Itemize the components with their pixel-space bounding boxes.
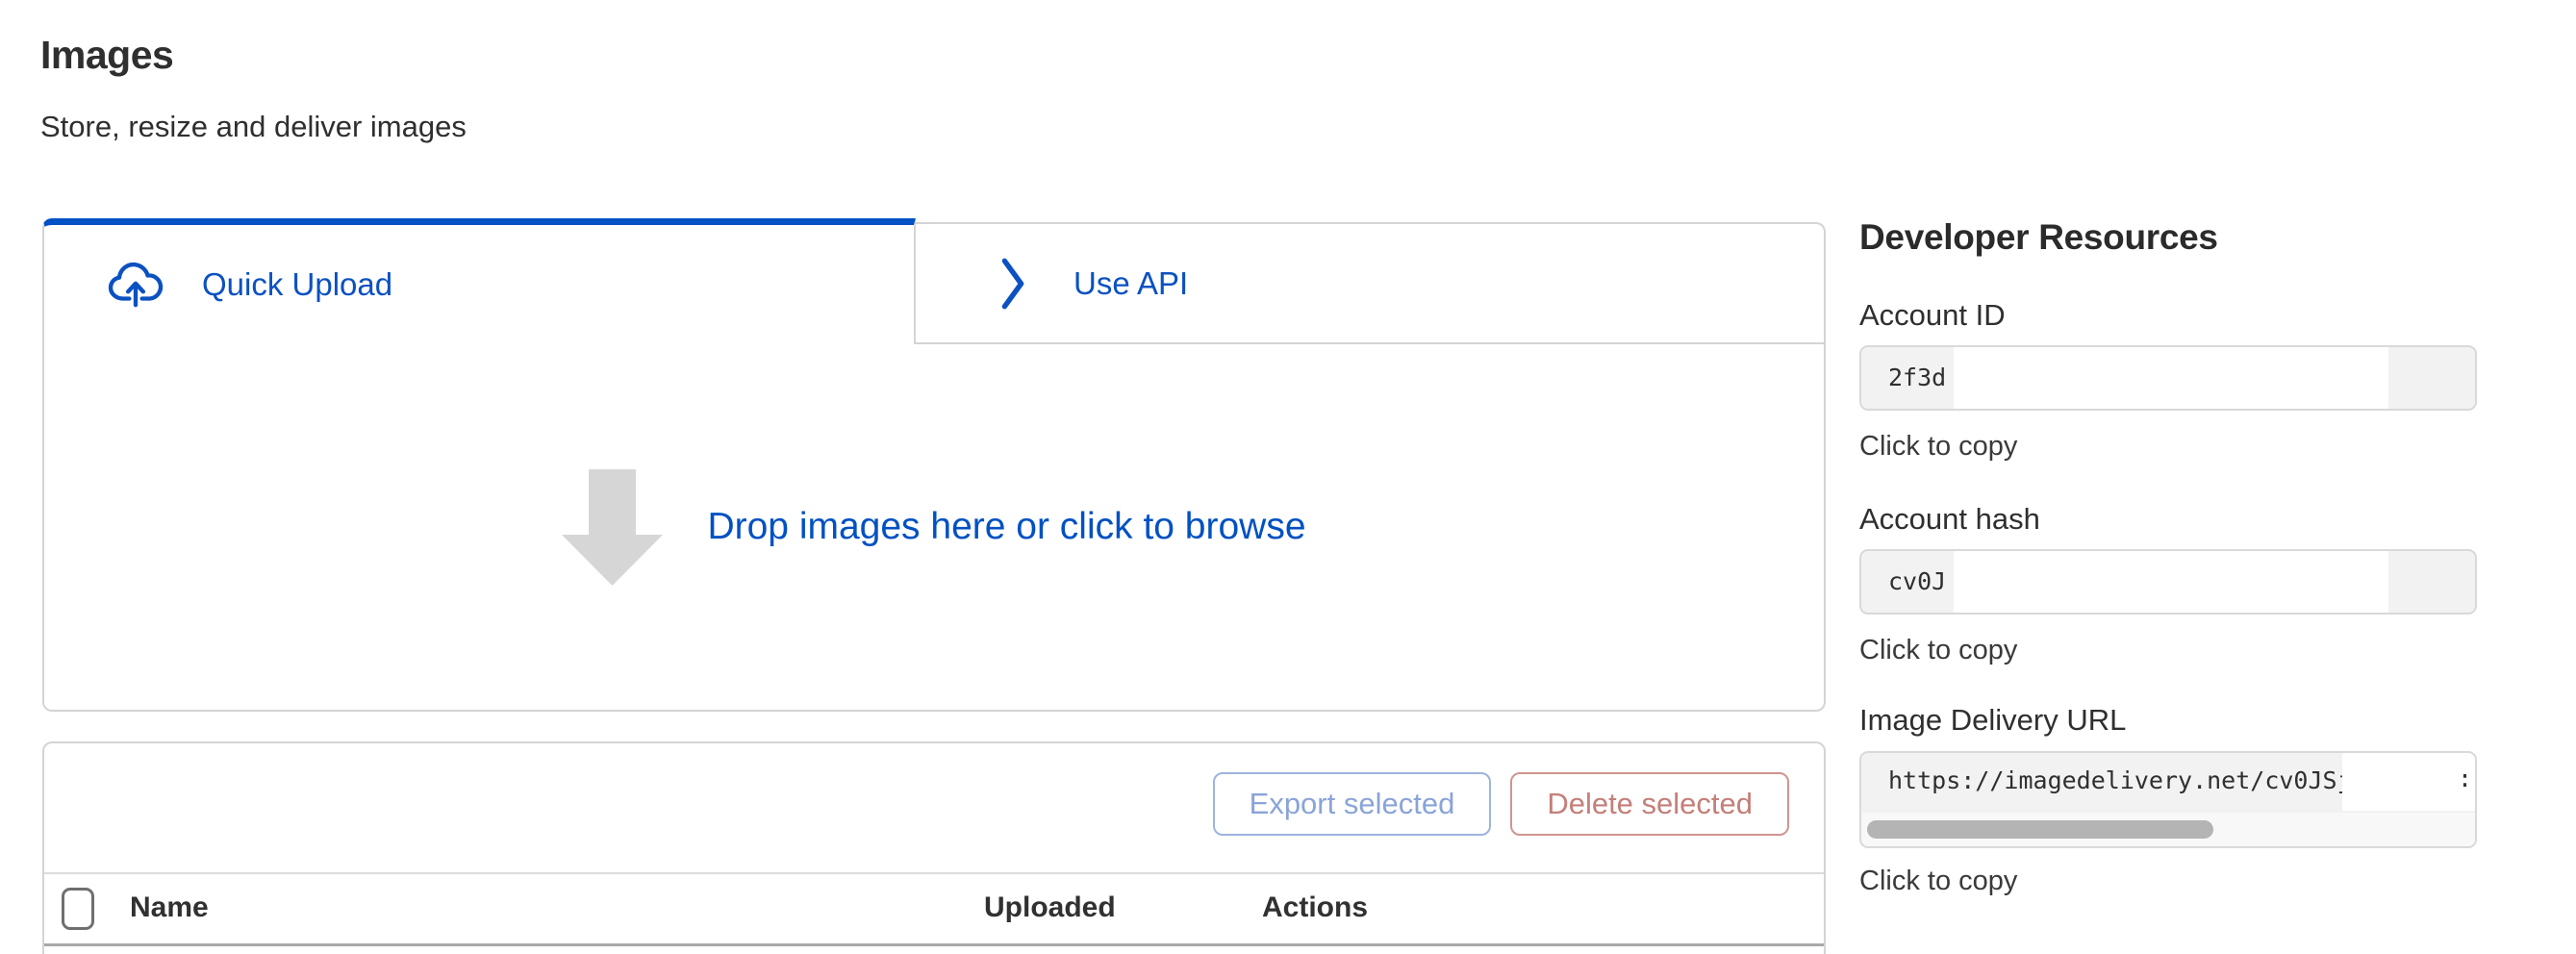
redaction-patch (1954, 347, 2388, 409)
select-all-checkbox[interactable] (62, 888, 94, 930)
down-arrow-icon (562, 469, 663, 586)
developer-resources-panel: Developer Resources Account ID 2f3d Clic… (1859, 217, 2477, 954)
page-subtitle: Store, resize and deliver images (40, 110, 467, 144)
column-header-uploaded: Uploaded (984, 891, 1116, 924)
dropzone-label: Drop images here or click to browse (707, 506, 1305, 548)
account-id-value-box[interactable]: 2f3d (1859, 345, 2477, 411)
image-delivery-url-value-box[interactable]: https://imagedelivery.net/cv0JSj : (1859, 751, 2477, 848)
redaction-patch (1954, 551, 2388, 613)
tab-quick-upload-label: Quick Upload (202, 266, 392, 303)
tab-quick-upload[interactable]: Quick Upload (42, 218, 916, 344)
cloud-upload-icon (108, 260, 164, 310)
image-delivery-url-label: Image Delivery URL (1859, 703, 2126, 738)
column-header-name: Name (130, 891, 209, 924)
upload-panel: Quick Upload Use API Drop images here or… (42, 218, 1826, 712)
table-toolbar: Export selected Delete selected (1213, 772, 1789, 836)
account-hash-value-box[interactable]: cv0J (1859, 549, 2477, 615)
redaction-patch (2342, 753, 2477, 811)
upload-tabs: Quick Upload Use API (42, 218, 1826, 344)
image-delivery-url-copy-hint: Click to copy (1859, 866, 2017, 897)
images-table-panel: Export selected Delete selected Name Upl… (42, 741, 1826, 954)
account-hash-copy-hint: Click to copy (1859, 635, 2017, 666)
dropzone[interactable]: Drop images here or click to browse (42, 344, 1826, 712)
url-horizontal-scrollbar (1861, 813, 2475, 846)
page-title: Images (40, 33, 173, 78)
column-header-actions: Actions (1262, 891, 1368, 924)
tab-use-api-label: Use API (1073, 265, 1188, 302)
table-header-row: Name Uploaded Actions (44, 874, 1824, 943)
account-id-copy-hint: Click to copy (1859, 431, 2017, 463)
account-id-label: Account ID (1859, 298, 2006, 333)
account-hash-label: Account hash (1859, 502, 2040, 537)
developer-resources-title: Developer Resources (1859, 217, 2477, 258)
chevron-right-icon (997, 257, 1029, 311)
header-divider (44, 943, 1824, 946)
export-selected-button[interactable]: Export selected (1213, 772, 1492, 836)
tab-use-api[interactable]: Use API (916, 222, 1826, 344)
scrollbar-thumb[interactable] (1867, 820, 2213, 839)
url-trailing-fragment: : (2458, 765, 2472, 792)
images-page: Images Store, resize and deliver images … (0, 0, 2576, 954)
delete-selected-button[interactable]: Delete selected (1510, 772, 1789, 836)
